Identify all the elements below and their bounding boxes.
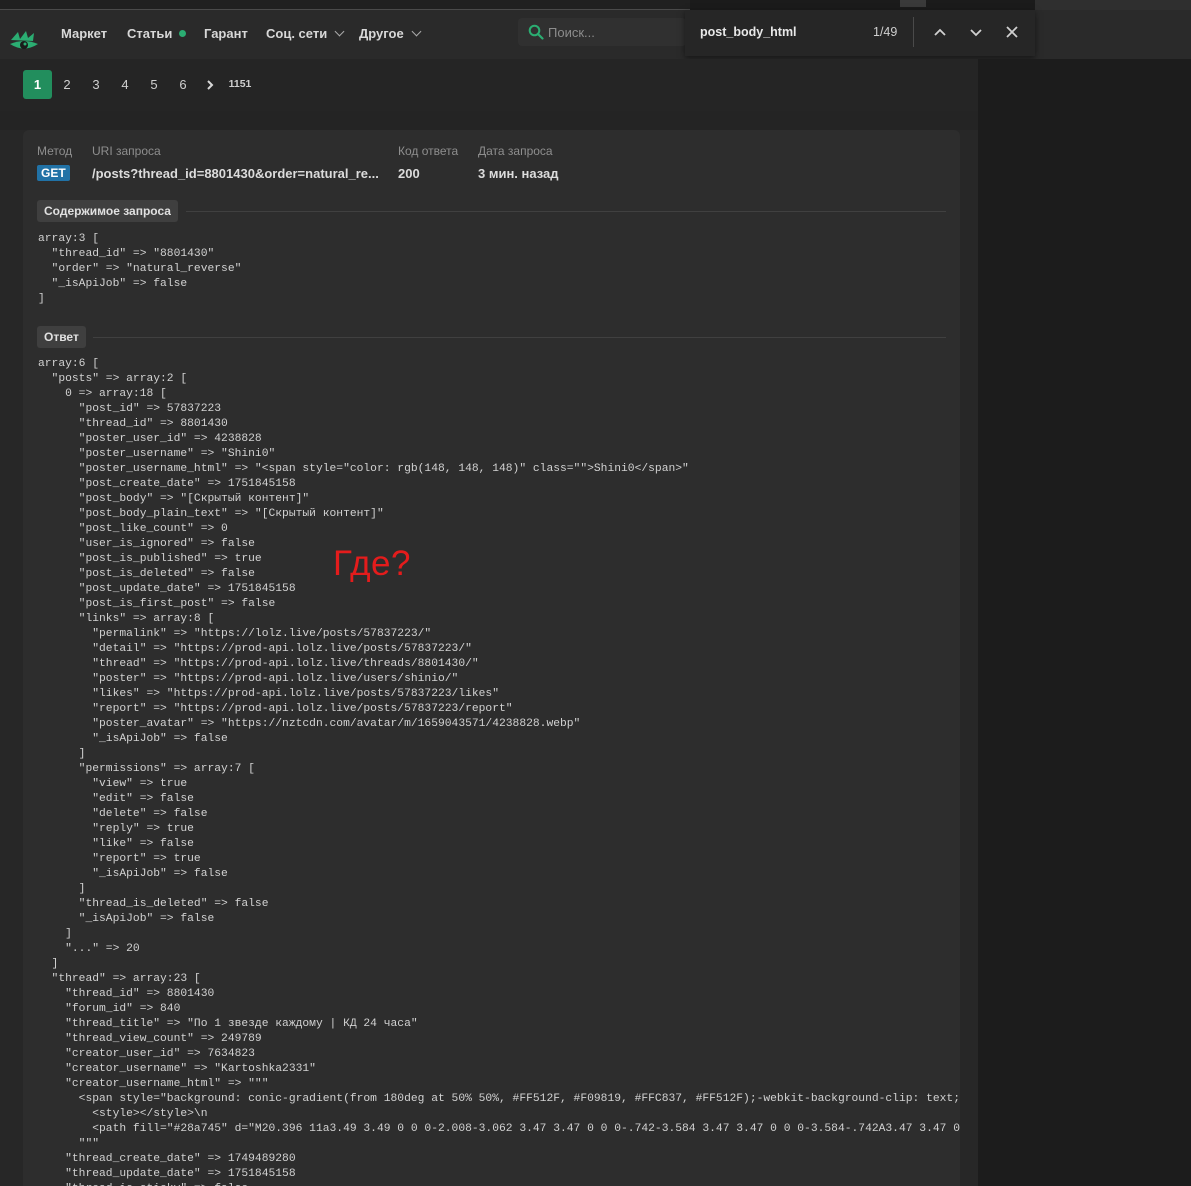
divider [93, 337, 946, 338]
request-body-header: Содержимое запроса [37, 200, 178, 222]
nav-social[interactable]: Соц. сети [266, 26, 345, 41]
nav-articles-label: Статьи [127, 26, 173, 41]
nav-market-label: Маркет [61, 26, 108, 41]
page-3[interactable]: 3 [85, 70, 107, 99]
eye-logo-icon[interactable] [9, 29, 39, 59]
divider [186, 211, 946, 212]
page-1[interactable]: 1 [23, 70, 52, 99]
date-value: 3 мин. назад [478, 166, 559, 181]
chevron-down-icon [334, 26, 345, 37]
method-badge: GET [37, 165, 70, 181]
code-label: Код ответа [398, 144, 459, 158]
top-strip-tab [900, 0, 926, 7]
nav-articles[interactable]: Статьи [127, 26, 187, 41]
page-2[interactable]: 2 [56, 70, 78, 99]
nav-other[interactable]: Другое [359, 26, 422, 41]
new-indicator-dot [179, 30, 187, 37]
code-value: 200 [398, 166, 420, 181]
find-previous-icon[interactable] [930, 22, 950, 42]
close-icon[interactable] [1002, 22, 1022, 42]
find-query[interactable]: post_body_html [700, 25, 797, 39]
find-next-icon[interactable] [966, 22, 986, 42]
uri-label: URI запроса [92, 144, 161, 158]
response-body-dump: array:6 [ "posts" => array:2 [ 0 => arra… [38, 358, 960, 1186]
top-strip-right [1035, 0, 1191, 10]
nav-garant[interactable]: Гарант [204, 26, 248, 41]
nav-other-label: Другое [359, 26, 404, 41]
method-label: Метод [37, 144, 73, 158]
page-4[interactable]: 4 [114, 70, 136, 99]
nav-social-label: Соц. сети [266, 26, 328, 41]
chevron-down-icon [411, 26, 422, 37]
date-label: Дата запроса [478, 144, 553, 158]
spacer [0, 111, 978, 130]
right-empty-area [978, 59, 1191, 1186]
request-body-dump: array:3 [ "thread_id" => "8801430" "orde… [38, 233, 242, 305]
search-box[interactable] [518, 18, 686, 46]
search-input[interactable] [548, 18, 678, 46]
top-strip-left [0, 0, 690, 10]
nav-garant-label: Гарант [204, 26, 248, 41]
response-header: Ответ [37, 326, 86, 348]
page-6[interactable]: 6 [172, 70, 194, 99]
chevron-right-icon[interactable] [204, 79, 216, 91]
annotation-text: Где? [333, 544, 411, 583]
page-5[interactable]: 5 [143, 70, 165, 99]
uri-value: /posts?thread_id=8801430&order=natural_r… [92, 166, 379, 181]
search-icon [528, 24, 544, 40]
window-top-strip [0, 0, 1191, 10]
nav-market[interactable]: Маркет [61, 26, 107, 41]
page-last[interactable]: 1151 [226, 70, 254, 99]
find-in-page-bar: post_body_html 1/49 [685, 10, 1035, 56]
find-match-count: 1/49 [873, 25, 898, 39]
find-divider [913, 17, 914, 47]
request-card: Метод URI запроса Код ответа Дата запрос… [23, 130, 960, 1186]
pagination: 1 2 3 4 5 6 1151 [0, 59, 978, 112]
